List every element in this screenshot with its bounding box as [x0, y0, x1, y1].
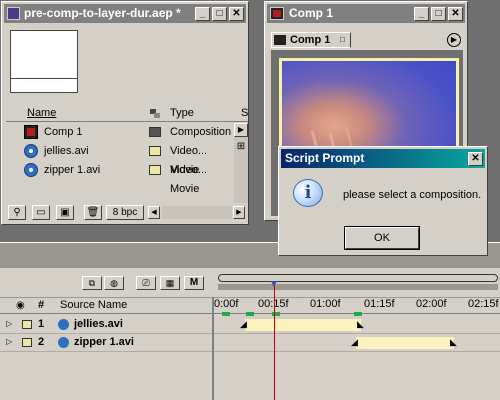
- av-features-icon[interactable]: ◉: [16, 300, 25, 311]
- project-titlebar[interactable]: pre-comp-to-layer-dur.aep * _ □ ✕: [4, 4, 246, 23]
- new-folder-icon[interactable]: ▭: [32, 205, 50, 220]
- maximize-button[interactable]: □: [431, 7, 446, 21]
- label-swatch: [149, 165, 161, 175]
- mode-button[interactable]: M: [184, 276, 204, 290]
- current-time-indicator[interactable]: [274, 282, 275, 400]
- bpc-button[interactable]: 8 bpc: [106, 205, 144, 220]
- script-prompt-dialog: Script Prompt ✕ i please select a compos…: [278, 146, 488, 256]
- timeline-column-divider[interactable]: [212, 297, 214, 400]
- project-item-zipper[interactable]: zipper 1.avi Video... Movie: [10, 161, 236, 195]
- layer-duration-bar[interactable]: [356, 337, 454, 349]
- close-button[interactable]: ✕: [229, 7, 244, 21]
- maximize-button[interactable]: □: [212, 7, 227, 21]
- flowchart-icon[interactable]: ⊞: [235, 141, 247, 153]
- project-title: pre-comp-to-layer-dur.aep *: [24, 6, 181, 20]
- scroll-right-arrow-icon[interactable]: ▶: [233, 206, 245, 219]
- composition-icon: [24, 125, 38, 139]
- item-name: jellies.avi: [44, 145, 89, 157]
- timeline-empty-area: [0, 352, 500, 400]
- layer-number: 1: [38, 318, 45, 330]
- minimize-button[interactable]: _: [195, 7, 210, 21]
- project-window: pre-comp-to-layer-dur.aep * _ □ ✕ Name T…: [1, 1, 249, 225]
- source-name-header[interactable]: Source Name: [60, 299, 127, 311]
- ruler-label: 02:00f: [416, 298, 447, 310]
- project-item-comp1[interactable]: Comp 1 Composition: [10, 123, 236, 142]
- comp-title: Comp 1: [289, 6, 334, 20]
- composition-icon: [270, 7, 284, 20]
- trash-icon[interactable]: 🗑: [84, 205, 102, 220]
- layer-name: jellies.avi: [74, 318, 123, 330]
- layer-number: 2: [38, 336, 45, 348]
- tab-close-icon[interactable]: □: [340, 35, 345, 44]
- minimize-button[interactable]: _: [414, 7, 429, 21]
- quicktime-icon: [24, 144, 38, 158]
- label-column-icon[interactable]: [149, 108, 163, 120]
- column-name-header[interactable]: Name: [27, 107, 56, 119]
- item-type: Video... Movie: [170, 164, 208, 195]
- dialog-titlebar[interactable]: Script Prompt ✕: [281, 149, 485, 168]
- panel-menu-icon[interactable]: ▶: [447, 33, 461, 47]
- in-point-handle-icon[interactable]: ◢: [240, 319, 247, 330]
- ok-button[interactable]: OK: [344, 226, 420, 250]
- scroll-left-arrow-icon[interactable]: ◀: [148, 206, 160, 219]
- time-navigator[interactable]: [218, 274, 498, 282]
- quicktime-icon: [58, 337, 69, 348]
- quicktime-icon: [58, 319, 69, 330]
- new-composition-icon[interactable]: ▣: [56, 205, 74, 220]
- thumbnail-divider: [11, 78, 77, 79]
- find-icon[interactable]: ⚲: [8, 205, 26, 220]
- ruler-label: 02:15f: [468, 298, 499, 310]
- item-name: zipper 1.avi: [44, 164, 101, 176]
- ruler-label: 0:00f: [214, 298, 239, 310]
- project-thumbnail: [10, 30, 78, 93]
- dialog-title: Script Prompt: [285, 151, 365, 165]
- dialog-message: please select a composition.: [343, 189, 482, 201]
- label-swatch: [149, 146, 161, 156]
- layer-number-header[interactable]: #: [38, 299, 44, 311]
- label-swatch: [149, 127, 161, 137]
- graph-editor-icon[interactable]: ▦: [160, 276, 180, 290]
- layer-duration-bar[interactable]: [245, 319, 361, 331]
- out-point-handle-icon[interactable]: ◣: [450, 337, 457, 348]
- expand-arrow-icon[interactable]: ▷: [6, 319, 12, 328]
- scroll-right-arrow-icon[interactable]: ▶: [234, 123, 248, 137]
- item-name: Comp 1: [44, 126, 83, 138]
- ruler-label: 01:15f: [364, 298, 395, 310]
- label-swatch[interactable]: [22, 320, 32, 329]
- close-button[interactable]: ✕: [448, 7, 463, 21]
- horizontal-scrollbar-track[interactable]: [162, 206, 232, 219]
- quicktime-icon: [24, 163, 38, 177]
- column-extra-header[interactable]: S: [241, 107, 248, 119]
- timeline-layer-1[interactable]: ▷ 1 jellies.avi ◢ ◣: [0, 316, 500, 334]
- close-button[interactable]: ✕: [468, 152, 483, 166]
- project-toolbar: ⚲ ▭ ▣ 🗑 8 bpc ◀ ▶: [6, 204, 248, 222]
- ae-app-icon: [7, 7, 20, 20]
- timeline-layer-2[interactable]: ▷ 2 zipper 1.avi ◢ ◣: [0, 334, 500, 352]
- expand-arrow-icon[interactable]: ▷: [6, 337, 12, 346]
- shy-layers-icon[interactable]: ⧉: [82, 276, 102, 290]
- project-column-header: Name Type S: [6, 106, 248, 122]
- comp-tab[interactable]: Comp 1 □: [271, 32, 351, 48]
- project-scrollbar[interactable]: ▶ ⊞: [234, 123, 248, 203]
- comp-tab-label: Comp 1: [290, 34, 331, 46]
- item-type: Composition: [170, 126, 232, 138]
- out-point-handle-icon[interactable]: ◣: [357, 319, 364, 330]
- timeline-controls: ⧉ ◍ ⎚ ▦ M: [0, 268, 500, 296]
- info-icon: i: [293, 179, 323, 207]
- ruler-label: 01:00f: [310, 298, 341, 310]
- frame-blending-icon[interactable]: ◍: [104, 276, 124, 290]
- layer-name: zipper 1.avi: [74, 336, 134, 348]
- project-item-jellies[interactable]: jellies.avi Video... Movie: [10, 142, 236, 176]
- motion-blur-icon[interactable]: ⎚: [136, 276, 156, 290]
- time-indicator-head-icon[interactable]: ▼: [269, 279, 279, 290]
- column-type-header[interactable]: Type: [170, 107, 194, 119]
- work-area-bar[interactable]: [218, 284, 498, 290]
- composition-icon: [274, 35, 286, 45]
- comp-titlebar[interactable]: Comp 1 _ □ ✕: [267, 4, 465, 23]
- label-swatch[interactable]: [22, 338, 32, 347]
- in-point-handle-icon[interactable]: ◢: [351, 337, 358, 348]
